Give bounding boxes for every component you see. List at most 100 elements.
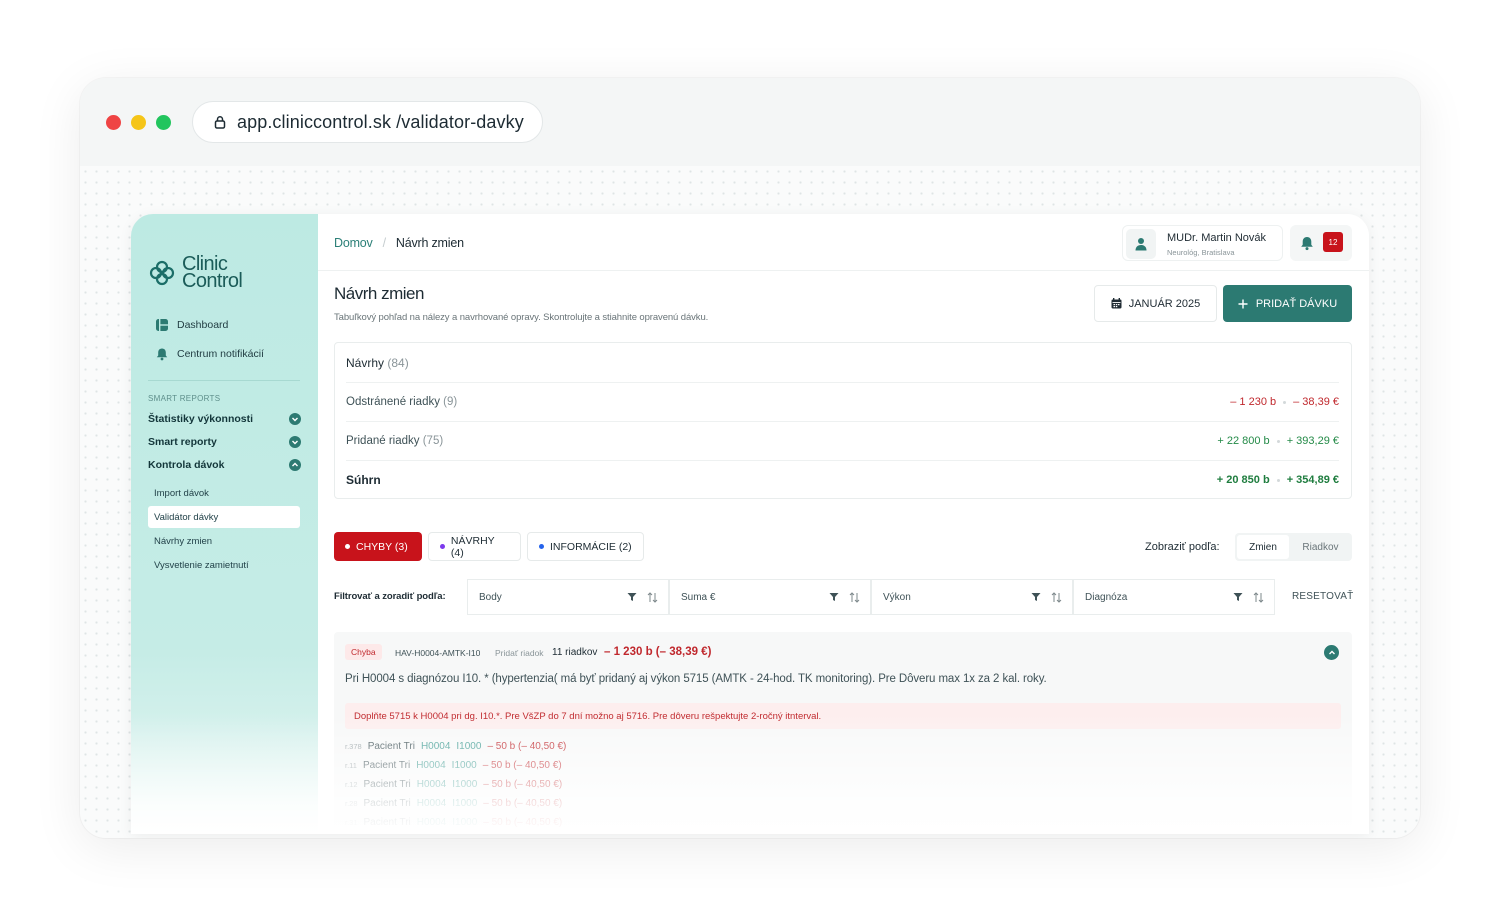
- finding-rule-id: HAV-H0004-AMTK-I10: [395, 648, 481, 658]
- sidebar-group-performance[interactable]: Štatistiky výkonnosti: [148, 413, 301, 425]
- summary-panel: Návrhy (84) Odstránené riadky (9) – 1 23…: [334, 342, 1352, 499]
- tab-label: NÁVRHY (4): [450, 534, 495, 559]
- filter-column-diagnosis[interactable]: Diagnóza: [1073, 579, 1275, 615]
- row-patient: Pacient Tri: [363, 779, 411, 790]
- tab-suggestions[interactable]: NÁVRHY (4): [428, 532, 521, 561]
- add-batch-button[interactable]: PRIDAŤ DÁVKU: [1223, 285, 1352, 322]
- tab-info[interactable]: INFORMÁCIE (2): [527, 532, 644, 561]
- sidebar-group-smart-reports[interactable]: Smart reporty: [148, 436, 301, 448]
- sort-icon[interactable]: [1051, 591, 1062, 603]
- filter-column-procedure[interactable]: Výkon: [871, 579, 1073, 615]
- add-batch-label: PRIDAŤ DÁVKU: [1255, 297, 1338, 310]
- tab-errors[interactable]: CHYBY (3): [334, 532, 422, 561]
- page-subtitle: Tabuľkový pohľad na nálezy a navrhované …: [334, 312, 709, 323]
- month-picker-label: JANUÁR 2025: [1128, 297, 1201, 310]
- row-patient: Pacient Tri: [367, 741, 415, 752]
- list-item[interactable]: r.11 Pacient Tri H0004 I1000 – 50 b (– 4…: [345, 760, 562, 771]
- top-header: Domov / Návrh zmien MUDr. Martin Novák N: [318, 214, 1369, 271]
- summary-row-removed[interactable]: Odstránené riadky (9) – 1 230 b – 38,39 …: [346, 382, 1339, 421]
- summary-points: – 1 230 b: [1230, 396, 1277, 408]
- breadcrumb: Domov / Návrh zmien: [334, 236, 464, 250]
- notifications-button[interactable]: 12: [1290, 225, 1352, 261]
- sidebar-group-label: Kontrola dávok: [148, 459, 225, 471]
- summary-row-label: Odstránené riadky (9): [346, 396, 457, 408]
- reset-filters-button[interactable]: RESETOVAŤ: [1292, 591, 1353, 602]
- logo-wordmark: Clinic Control: [182, 254, 243, 292]
- sort-icon[interactable]: [1253, 591, 1264, 603]
- row-id: r.31: [345, 818, 358, 827]
- filter-column-amount[interactable]: Suma €: [669, 579, 871, 615]
- summary-row-added[interactable]: Pridané riadky (75) + 22 800 b + 393,29 …: [346, 421, 1339, 460]
- list-item[interactable]: r.28 Pacient Tri H0004 I1000 – 50 b (– 4…: [345, 798, 562, 809]
- value-separator: [1276, 478, 1280, 482]
- view-toggle-rows[interactable]: Riadkov: [1293, 535, 1348, 559]
- row-patient: Pacient Tri: [363, 817, 411, 828]
- view-toggle-label: Zobraziť podľa:: [1145, 541, 1220, 553]
- collapse-finding-button[interactable]: [1324, 645, 1339, 660]
- summary-row-values: + 22 800 b + 393,29 €: [1217, 435, 1339, 447]
- bell-icon: [1301, 237, 1313, 251]
- sidebar-subitem-label: Návrhy zmien: [154, 535, 213, 547]
- view-toggle-changes[interactable]: Zmien: [1237, 535, 1289, 559]
- logo[interactable]: Clinic Control: [148, 254, 243, 292]
- chevron-up-icon[interactable]: [289, 459, 301, 471]
- sidebar-subitem-rejections[interactable]: Vysvetlenie zamietnutí: [148, 554, 300, 576]
- sidebar-group-label: Smart reporty: [148, 436, 217, 448]
- user-icon: [1135, 238, 1147, 251]
- summary-total-values: + 20 850 b + 354,89 €: [1217, 474, 1339, 486]
- summary-row-label: Pridané riadky (75): [346, 435, 443, 447]
- summary-row-label-text: Odstránené riadky: [346, 396, 440, 408]
- breadcrumb-separator: /: [382, 236, 387, 250]
- value-separator: [1283, 400, 1287, 404]
- address-bar[interactable]: app.cliniccontrol.sk /validator-davky: [192, 101, 543, 143]
- logo-line-2: Control: [182, 270, 243, 292]
- filter-icon[interactable]: [829, 592, 839, 602]
- sidebar-group-batch-control[interactable]: Kontrola dávok: [148, 459, 301, 471]
- row-id: r.11: [345, 761, 357, 770]
- page-canvas: Clinic Control Dashboard Centrum notifik…: [80, 166, 1420, 838]
- user-menu[interactable]: MUDr. Martin Novák Neurológ, Bratislava: [1122, 225, 1283, 261]
- app-window: Clinic Control Dashboard Centrum notifik…: [131, 214, 1369, 834]
- breadcrumb-home-link[interactable]: Domov: [334, 236, 373, 250]
- sidebar-subitem-validator[interactable]: Validátor dávky: [148, 506, 300, 528]
- filter-icon[interactable]: [1233, 592, 1243, 602]
- main-content: Domov / Návrh zmien MUDr. Martin Novák N: [318, 214, 1369, 834]
- user-role: Neurológ, Bratislava: [1167, 248, 1235, 257]
- tab-label: INFORMÁCIE (2): [550, 540, 632, 553]
- sidebar-item-dashboard[interactable]: Dashboard: [155, 318, 228, 332]
- month-picker-button[interactable]: JANUÁR 2025: [1094, 285, 1217, 322]
- list-item[interactable]: r.12 Pacient Tri H0004 I1000 – 50 b (– 4…: [345, 779, 562, 790]
- maximize-window-icon[interactable]: [156, 115, 171, 130]
- filter-icon[interactable]: [1031, 592, 1041, 602]
- row-id: r.28: [345, 799, 358, 808]
- row-patient: Pacient Tri: [362, 760, 411, 771]
- sort-icon[interactable]: [849, 591, 860, 603]
- view-toggle: Zmien Riadkov: [1235, 533, 1352, 561]
- filter-icon[interactable]: [627, 592, 637, 602]
- sidebar-subitem-import[interactable]: Import dávok: [148, 482, 300, 504]
- summary-row-count: (9): [443, 396, 458, 408]
- breadcrumb-current: Návrh zmien: [395, 236, 464, 250]
- summary-amount: + 393,29 €: [1286, 435, 1339, 447]
- tab-status-dot: [539, 544, 544, 549]
- browser-toolbar: app.cliniccontrol.sk /validator-davky: [80, 78, 1420, 166]
- filter-column-label: Výkon: [883, 591, 911, 603]
- filter-column-points[interactable]: Body: [467, 579, 669, 615]
- row-value: – 50 b (– 40,50 €): [482, 760, 562, 771]
- user-name: MUDr. Martin Novák: [1167, 232, 1267, 244]
- chevron-down-icon[interactable]: [289, 413, 301, 425]
- sidebar-subitem-suggestions[interactable]: Návrhy zmien: [148, 530, 300, 552]
- sort-icon[interactable]: [647, 591, 658, 603]
- chevron-down-icon[interactable]: [289, 436, 301, 448]
- summary-points: + 22 800 b: [1217, 435, 1270, 447]
- row-value: – 50 b (– 40,50 €): [483, 779, 563, 790]
- sidebar-item-notifications[interactable]: Centrum notifikácií: [155, 347, 264, 361]
- minimize-window-icon[interactable]: [131, 115, 146, 130]
- row-diagnosis: I1000: [451, 760, 477, 771]
- sidebar-subitem-label: Import dávok: [154, 487, 209, 499]
- list-item[interactable]: r.378 Pacient Tri H0004 I1000 – 50 b (– …: [345, 741, 566, 752]
- list-item[interactable]: r.31 Pacient Tri H0004 I1000 – 50 b (– 4…: [345, 817, 562, 828]
- filter-column-label: Body: [479, 591, 502, 603]
- close-window-icon[interactable]: [106, 115, 121, 130]
- row-value: – 50 b (– 40,50 €): [483, 817, 563, 828]
